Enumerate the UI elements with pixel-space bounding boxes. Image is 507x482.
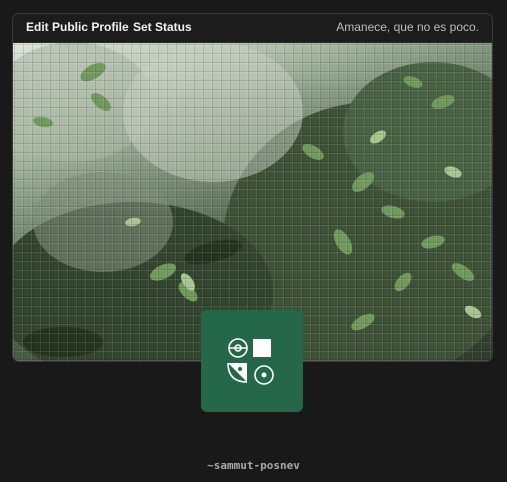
avatar — [201, 310, 303, 412]
set-status-link[interactable]: Set Status — [133, 20, 192, 34]
profile-username: ~sammut-posnev — [207, 459, 300, 472]
status-message: Amanece, que no es poco. — [336, 20, 479, 34]
profile-toolbar: Edit Public Profile Set Status Amanece, … — [13, 14, 492, 43]
geometric-logo-icon — [227, 338, 274, 385]
edit-public-profile-link[interactable]: Edit Public Profile — [26, 20, 129, 34]
